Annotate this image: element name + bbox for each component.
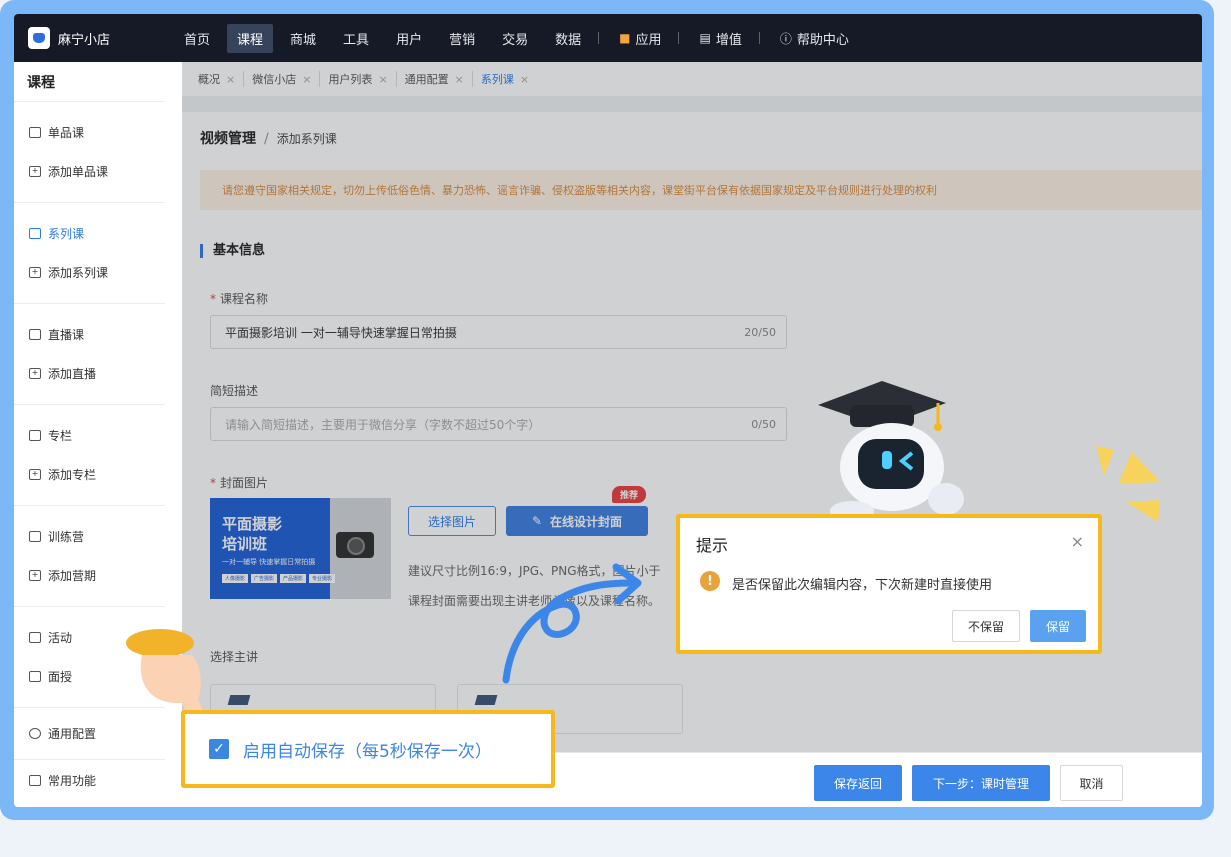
add-camp-icon: + [29, 570, 41, 581]
next-step-button[interactable]: 下一步：课时管理 [912, 765, 1050, 801]
series-icon [29, 228, 41, 239]
dialog-message: 是否保留此次编辑内容，下次新建时直接使用 [732, 578, 993, 593]
sidebar-item-camp[interactable]: 训练营 [14, 517, 165, 556]
nav-home[interactable]: 首页 [174, 24, 220, 53]
warning-icon: ! [700, 571, 720, 591]
autosave-label: 启用自动保存（每5秒保存一次） [243, 741, 492, 762]
sidebar-item-add-column[interactable]: + 添加专栏 [14, 455, 165, 494]
grid-icon [29, 775, 41, 786]
sidebar-group-live: 直播课 + 添加直播 [14, 304, 165, 405]
shop-logo-icon [28, 27, 50, 49]
save-back-button[interactable]: 保存返回 [814, 765, 902, 801]
curved-arrow-icon [502, 563, 642, 684]
sidebar-item-live[interactable]: 直播课 [14, 315, 165, 354]
nav-trade[interactable]: 交易 [492, 24, 538, 53]
sidebar-item-single-course[interactable]: 单品课 [14, 113, 165, 152]
top-navbar: 麻宁小店 首页 课程 商城 工具 用户 营销 交易 数据 ■ 应用 ▤ 增值 ⓘ 帮助… [14, 14, 1202, 62]
sidebar-title: 课程 [14, 62, 165, 102]
sidebar-item-add-live[interactable]: + 添加直播 [14, 354, 165, 393]
sparkle-icon [1096, 446, 1160, 522]
nav-data[interactable]: 数据 [545, 24, 591, 53]
cancel-button[interactable]: 取消 [1060, 765, 1123, 801]
keep-button[interactable]: 保留 [1030, 610, 1086, 642]
dialog-title: 提示 [696, 536, 729, 555]
app-logo[interactable]: 麻宁小店 [28, 27, 174, 49]
offline-icon [29, 671, 41, 682]
chart-icon: ▤ [699, 31, 711, 45]
add-column-icon: + [29, 469, 41, 480]
cube-icon: ■ [619, 31, 631, 45]
add-course-icon: + [29, 166, 41, 177]
nav-divider [678, 32, 680, 44]
sidebar-item-add-camp[interactable]: + 添加营期 [14, 556, 165, 595]
sidebar-group-common: 常用功能 [14, 760, 165, 801]
nav-apps[interactable]: ■ 应用 [609, 24, 671, 53]
sidebar-item-common-functions[interactable]: 常用功能 [14, 761, 165, 800]
nav-marketing[interactable]: 营销 [439, 24, 485, 53]
discard-button[interactable]: 不保留 [952, 610, 1020, 642]
help-icon: ⓘ [779, 31, 792, 46]
camp-icon [29, 531, 41, 542]
sidebar-group-single: 单品课 + 添加单品课 [14, 102, 165, 203]
nav-help[interactable]: ⓘ 帮助中心 [770, 24, 859, 53]
sidebar-group-camp: 训练营 + 添加营期 [14, 506, 165, 607]
single-course-icon [29, 127, 41, 138]
close-icon[interactable]: × [1071, 532, 1084, 551]
nav-divider [598, 32, 600, 44]
settings-icon [29, 728, 41, 739]
add-series-icon: + [29, 267, 41, 278]
live-icon [29, 329, 41, 340]
nav-mall[interactable]: 商城 [280, 24, 326, 53]
activity-icon [29, 632, 41, 643]
checkbox-checked-icon[interactable]: ✓ [209, 739, 229, 759]
nav-users[interactable]: 用户 [386, 24, 432, 53]
add-live-icon: + [29, 368, 41, 379]
sidebar-item-column[interactable]: 专栏 [14, 416, 165, 455]
nav-divider [758, 32, 760, 44]
sidebar-item-add-single-course[interactable]: + 添加单品课 [14, 152, 165, 191]
column-icon [29, 430, 41, 441]
nav-value-added[interactable]: ▤ 增值 [689, 24, 751, 53]
confirm-dialog: 提示 × ! 是否保留此次编辑内容，下次新建时直接使用 不保留 保留 [676, 514, 1102, 654]
nav-tools[interactable]: 工具 [333, 24, 379, 53]
robot-mascot-icon [818, 381, 964, 521]
sidebar-item-add-series[interactable]: + 添加系列课 [14, 253, 165, 292]
sidebar-item-series-course[interactable]: 系列课 [14, 214, 165, 253]
sidebar-group-column: 专栏 + 添加专栏 [14, 405, 165, 506]
autosave-option[interactable]: ✓ 启用自动保存（每5秒保存一次） [181, 710, 555, 788]
sidebar-group-series: 系列课 + 添加系列课 [14, 203, 165, 304]
nav-course[interactable]: 课程 [227, 23, 274, 53]
app-name: 麻宁小店 [58, 32, 111, 48]
